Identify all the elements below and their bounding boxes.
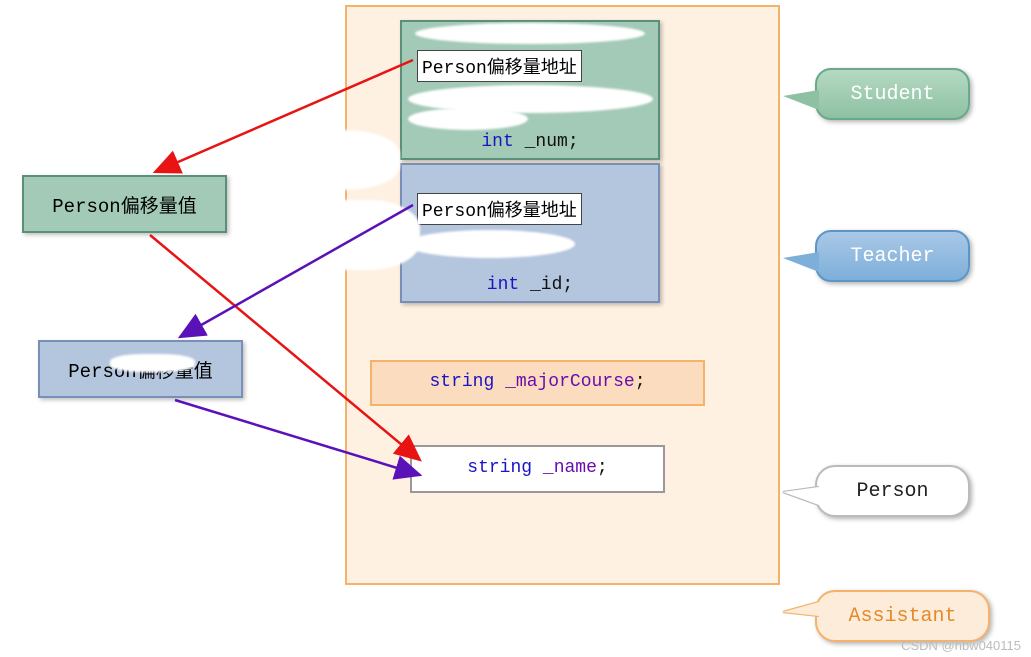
person-field: string _name; — [412, 458, 663, 478]
callout-student: Student — [815, 68, 970, 120]
assistant-field-block: string _majorCourse; — [370, 360, 705, 406]
offset-value-1: Person偏移量值 — [22, 175, 227, 233]
teacher-offset-addr: Person偏移量地址 — [417, 193, 582, 225]
teacher-semi: ; — [562, 275, 573, 295]
callout-assistant-label: Assistant — [848, 605, 956, 628]
assistant-type: string — [429, 372, 494, 392]
student-type: int — [481, 132, 513, 152]
teacher-type: int — [487, 275, 519, 295]
scribble — [408, 108, 528, 130]
scribble — [405, 230, 575, 258]
callout-teacher-label: Teacher — [850, 245, 934, 268]
scribble — [110, 354, 195, 372]
assistant-field: string _majorCourse; — [372, 372, 703, 392]
callout-person: Person — [815, 465, 970, 517]
scribble — [290, 200, 420, 270]
watermark: CSDN @hbw040115 — [901, 638, 1021, 653]
person-block: string _name; — [410, 445, 665, 493]
student-field: int _num; — [402, 132, 658, 152]
callout-person-label: Person — [856, 480, 928, 503]
assistant-semi: ; — [635, 372, 646, 392]
person-type: string — [467, 458, 532, 478]
callout-student-label: Student — [850, 83, 934, 106]
student-offset-addr: Person偏移量地址 — [417, 50, 582, 82]
person-var: _name — [543, 458, 597, 478]
teacher-var: _id — [530, 275, 562, 295]
callout-teacher: Teacher — [815, 230, 970, 282]
assistant-var: _majorCourse — [505, 372, 635, 392]
student-var: _num — [525, 132, 568, 152]
callout-assistant: Assistant — [815, 590, 990, 642]
offset-value-1-label: Person偏移量值 — [52, 191, 196, 218]
teacher-field: int _id; — [402, 275, 658, 295]
scribble — [260, 130, 400, 190]
student-semi: ; — [568, 132, 579, 152]
scribble — [415, 23, 645, 44]
person-semi: ; — [597, 458, 608, 478]
